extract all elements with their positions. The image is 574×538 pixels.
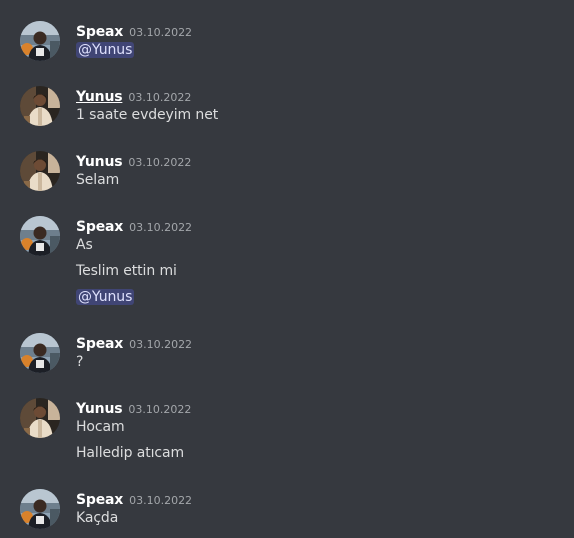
chat-message-list[interactable]: Speax 03.10.2022 @Yunus Yunus 03.10.2022 1 sa… [0, 0, 574, 538]
message-group: Speax 03.10.2022 Kaçda [0, 489, 574, 532]
timestamp: 03.10.2022 [129, 338, 193, 351]
timestamp: 03.10.2022 [128, 91, 192, 104]
message-header: Speax 03.10.2022 [76, 489, 192, 509]
message-group: Speax 03.10.2022 As Teslim ettin mi @Yunus [0, 216, 574, 311]
timestamp: 03.10.2022 [128, 403, 192, 416]
message-header: Speax 03.10.2022 [76, 333, 192, 353]
message-text: Kaçda [76, 510, 119, 526]
timestamp: 03.10.2022 [129, 221, 193, 234]
speax-avatar-icon[interactable] [20, 21, 60, 61]
message-header: Yunus 03.10.2022 [76, 86, 191, 106]
message-header: Yunus 03.10.2022 [76, 151, 191, 171]
message-header: Yunus 03.10.2022 [76, 398, 191, 418]
yunus-avatar-icon[interactable] [20, 151, 60, 191]
timestamp: 03.10.2022 [129, 494, 193, 507]
timestamp: 03.10.2022 [128, 156, 192, 169]
yunus-avatar-icon[interactable] [20, 86, 60, 126]
message-text: ? [76, 354, 84, 370]
message-text: Selam [76, 172, 120, 188]
message-group: Yunus 03.10.2022 Selam [0, 151, 574, 194]
user-mention[interactable]: @Yunus [76, 42, 135, 58]
message-text: Teslim ettin mi [76, 263, 177, 279]
yunus-avatar-icon[interactable] [20, 398, 60, 438]
message-text: @Yunus [76, 42, 135, 58]
username[interactable]: Yunus [76, 154, 123, 170]
speax-avatar-icon[interactable] [20, 216, 60, 256]
timestamp: 03.10.2022 [129, 26, 193, 39]
username[interactable]: Yunus [76, 89, 123, 105]
speax-avatar-icon[interactable] [20, 489, 60, 529]
message-header: Speax 03.10.2022 [76, 216, 192, 236]
speax-avatar-icon[interactable] [20, 333, 60, 373]
user-mention[interactable]: @Yunus [76, 289, 135, 305]
username[interactable]: Speax [76, 336, 123, 352]
message-text: Hocam [76, 419, 125, 435]
message-group: Yunus 03.10.2022 Hocam Halledip atıcam [0, 398, 574, 467]
message-header: Speax 03.10.2022 [76, 21, 192, 41]
message-group: Speax 03.10.2022? [0, 333, 574, 376]
message-text: @Yunus [76, 289, 135, 305]
message-group: Speax 03.10.2022 @Yunus [0, 21, 574, 64]
username[interactable]: Yunus [76, 401, 123, 417]
message-text: As [76, 237, 93, 253]
message-group: Yunus 03.10.2022 1 saate evdeyim net [0, 86, 574, 129]
message-text: 1 saate evdeyim net [76, 107, 219, 123]
message-text: Halledip atıcam [76, 445, 184, 461]
username[interactable]: Speax [76, 24, 123, 40]
username[interactable]: Speax [76, 492, 123, 508]
username[interactable]: Speax [76, 219, 123, 235]
